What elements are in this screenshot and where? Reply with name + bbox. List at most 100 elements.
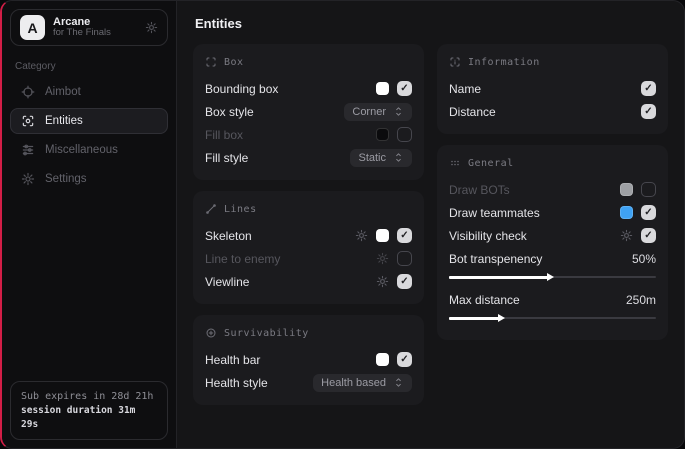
row-visibility-check: Visibility check xyxy=(449,224,656,247)
row-draw-bots: Draw BOTs xyxy=(449,178,656,201)
color-swatch[interactable] xyxy=(376,128,389,141)
row-name: Name xyxy=(449,77,656,100)
color-swatch[interactable] xyxy=(620,183,633,196)
row-label: Line to enemy xyxy=(205,252,280,266)
scan-icon xyxy=(21,114,35,128)
sub-expiry-text: Sub expires in 28d 21h xyxy=(21,389,157,404)
dropdown-value: Static xyxy=(358,152,386,164)
gear-icon[interactable] xyxy=(376,275,389,288)
row-label: Fill style xyxy=(205,151,248,165)
row-label: Draw BOTs xyxy=(449,183,510,197)
row-label: Visibility check xyxy=(449,229,527,243)
row-label: Draw teammates xyxy=(449,206,540,220)
slider-track[interactable] xyxy=(449,276,656,278)
sidebar-item-settings[interactable]: Settings xyxy=(10,166,168,192)
sidebar-item-label: Settings xyxy=(45,173,87,185)
unfold-icon xyxy=(393,106,404,117)
app-logo: A xyxy=(20,15,45,40)
row-label: Max distance xyxy=(449,293,520,307)
sidebar-item-label: Entities xyxy=(45,115,83,127)
panel-survivability: Survivability Health bar Health style He… xyxy=(193,315,424,405)
row-label: Viewline xyxy=(205,275,249,289)
app-subtitle: for The Finals xyxy=(53,28,111,39)
checkbox[interactable] xyxy=(397,228,412,243)
sidebar-item-label: Miscellaneous xyxy=(45,144,118,156)
row-skeleton: Skeleton xyxy=(205,224,412,247)
sidebar-item-entities[interactable]: Entities xyxy=(10,108,168,134)
slider-handle[interactable] xyxy=(449,317,499,320)
checkbox[interactable] xyxy=(641,182,656,197)
slider-handle[interactable] xyxy=(449,276,548,279)
logo-card: A Arcane for The Finals xyxy=(10,9,168,46)
row-health-style: Health style Health based xyxy=(205,371,412,394)
row-fill-style: Fill style Static xyxy=(205,146,412,169)
sidebar-item-miscellaneous[interactable]: Miscellaneous xyxy=(10,137,168,163)
grid-dots-icon xyxy=(449,157,461,169)
panel-header-label: Lines xyxy=(224,204,257,215)
row-label: Health bar xyxy=(205,353,260,367)
slider-value: 250m xyxy=(626,293,656,307)
diagonal-line-icon xyxy=(205,203,217,215)
health-icon xyxy=(205,327,217,339)
panel-general: General Draw BOTs Draw teammates xyxy=(437,145,668,340)
checkbox[interactable] xyxy=(397,352,412,367)
checkbox[interactable] xyxy=(641,205,656,220)
checkbox[interactable] xyxy=(641,104,656,119)
row-label: Name xyxy=(449,82,481,96)
row-label: Distance xyxy=(449,105,496,119)
gear-icon[interactable] xyxy=(355,229,368,242)
page-title: Entities xyxy=(195,16,668,31)
checkbox[interactable] xyxy=(641,228,656,243)
panel-information: Information Name Distance xyxy=(437,44,668,134)
row-distance: Distance xyxy=(449,100,656,123)
row-viewline: Viewline xyxy=(205,270,412,293)
health-style-dropdown[interactable]: Health based xyxy=(313,374,412,392)
row-label: Health style xyxy=(205,376,268,390)
row-label: Box style xyxy=(205,105,254,119)
session-duration-text: session duration 31m 29s xyxy=(21,404,157,433)
unfold-icon xyxy=(393,152,404,163)
checkbox[interactable] xyxy=(397,127,412,142)
gear-icon[interactable] xyxy=(145,21,158,34)
panel-header-label: Information xyxy=(468,57,540,68)
fill-style-dropdown[interactable]: Static xyxy=(350,149,412,167)
slider-bot-transparency: Bot transpenency 50% xyxy=(449,247,656,278)
color-swatch[interactable] xyxy=(620,206,633,219)
row-bounding-box: Bounding box xyxy=(205,77,412,100)
color-swatch[interactable] xyxy=(376,229,389,242)
checkbox[interactable] xyxy=(397,81,412,96)
slider-max-distance: Max distance 250m xyxy=(449,288,656,319)
sidebar-item-aimbot[interactable]: Aimbot xyxy=(10,79,168,105)
row-label: Bot transpenency xyxy=(449,252,542,266)
row-line-to-enemy: Line to enemy xyxy=(205,247,412,270)
color-swatch[interactable] xyxy=(376,82,389,95)
color-swatch[interactable] xyxy=(376,353,389,366)
gear-icon xyxy=(21,172,35,186)
box-style-dropdown[interactable]: Corner xyxy=(344,103,412,121)
main-content: Entities Box Bounding box xyxy=(177,1,684,448)
sidebar-item-label: Aimbot xyxy=(45,86,81,98)
row-label: Fill box xyxy=(205,128,243,142)
checkbox[interactable] xyxy=(397,274,412,289)
panel-header-label: Survivability xyxy=(224,328,309,339)
checkbox[interactable] xyxy=(397,251,412,266)
row-label: Skeleton xyxy=(205,229,252,243)
row-fill-box: Fill box xyxy=(205,123,412,146)
scan-brackets-icon xyxy=(205,56,217,68)
checkbox[interactable] xyxy=(641,81,656,96)
panel-lines: Lines Skeleton Line to enemy xyxy=(193,191,424,304)
row-draw-teammates: Draw teammates xyxy=(449,201,656,224)
row-health-bar: Health bar xyxy=(205,348,412,371)
panel-header-label: Box xyxy=(224,57,244,68)
info-scan-icon xyxy=(449,56,461,68)
dropdown-value: Health based xyxy=(321,377,386,389)
sliders-icon xyxy=(21,143,35,157)
unfold-icon xyxy=(393,377,404,388)
sidebar: A Arcane for The Finals Category Aimbot … xyxy=(2,1,177,448)
gear-icon[interactable] xyxy=(620,229,633,242)
slider-track[interactable] xyxy=(449,317,656,319)
gear-icon[interactable] xyxy=(376,252,389,265)
row-label: Bounding box xyxy=(205,82,278,96)
row-box-style: Box style Corner xyxy=(205,100,412,123)
subscription-card: Sub expires in 28d 21h session duration … xyxy=(10,381,168,441)
